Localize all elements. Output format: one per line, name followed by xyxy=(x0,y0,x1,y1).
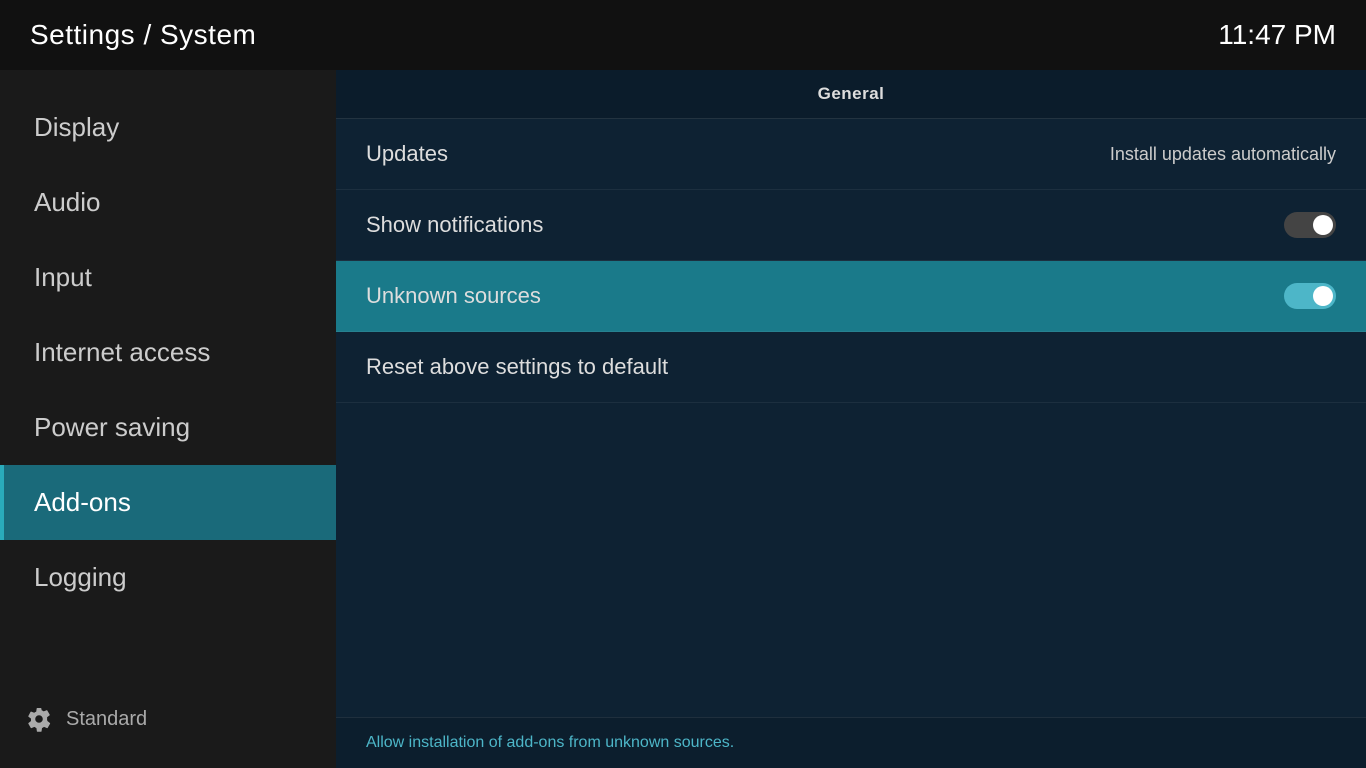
sidebar: Display Audio Input Internet access Powe… xyxy=(0,70,336,768)
setting-label-reset-settings: Reset above settings to default xyxy=(366,354,668,380)
settings-level-label: Standard xyxy=(66,708,147,731)
sidebar-item-power-saving[interactable]: Power saving xyxy=(0,390,336,465)
content-panel: General Updates Install updates automati… xyxy=(336,70,1366,768)
sidebar-item-add-ons[interactable]: Add-ons xyxy=(0,465,336,540)
setting-label-show-notifications: Show notifications xyxy=(366,212,543,238)
toggle-knob xyxy=(1313,286,1333,306)
content-footer-hint: Allow installation of add-ons from unkno… xyxy=(336,717,1366,768)
toggle-show-notifications[interactable] xyxy=(1284,212,1336,238)
sidebar-item-audio[interactable]: Audio xyxy=(0,165,336,240)
sidebar-item-input[interactable]: Input xyxy=(0,240,336,315)
setting-label-updates: Updates xyxy=(366,141,448,167)
settings-list: Updates Install updates automatically Sh… xyxy=(336,119,1366,717)
sidebar-footer[interactable]: Standard xyxy=(0,690,336,748)
gear-icon xyxy=(26,706,52,732)
setting-row-updates[interactable]: Updates Install updates automatically xyxy=(336,119,1366,190)
sidebar-item-display[interactable]: Display xyxy=(0,90,336,165)
section-header: General xyxy=(336,70,1366,119)
page-title: Settings / System xyxy=(30,19,256,51)
toggle-knob xyxy=(1313,215,1333,235)
setting-row-unknown-sources[interactable]: Unknown sources xyxy=(336,261,1366,332)
clock: 11:47 PM xyxy=(1218,19,1336,51)
sidebar-nav: Display Audio Input Internet access Powe… xyxy=(0,70,336,615)
sidebar-item-internet-access[interactable]: Internet access xyxy=(0,315,336,390)
sidebar-item-logging[interactable]: Logging xyxy=(0,540,336,615)
setting-row-reset-settings[interactable]: Reset above settings to default xyxy=(336,332,1366,403)
setting-label-unknown-sources: Unknown sources xyxy=(366,283,541,309)
setting-row-show-notifications[interactable]: Show notifications xyxy=(336,190,1366,261)
setting-value-updates: Install updates automatically xyxy=(1110,144,1336,165)
header: Settings / System 11:47 PM xyxy=(0,0,1366,70)
toggle-unknown-sources[interactable] xyxy=(1284,283,1336,309)
main-layout: Display Audio Input Internet access Powe… xyxy=(0,70,1366,768)
